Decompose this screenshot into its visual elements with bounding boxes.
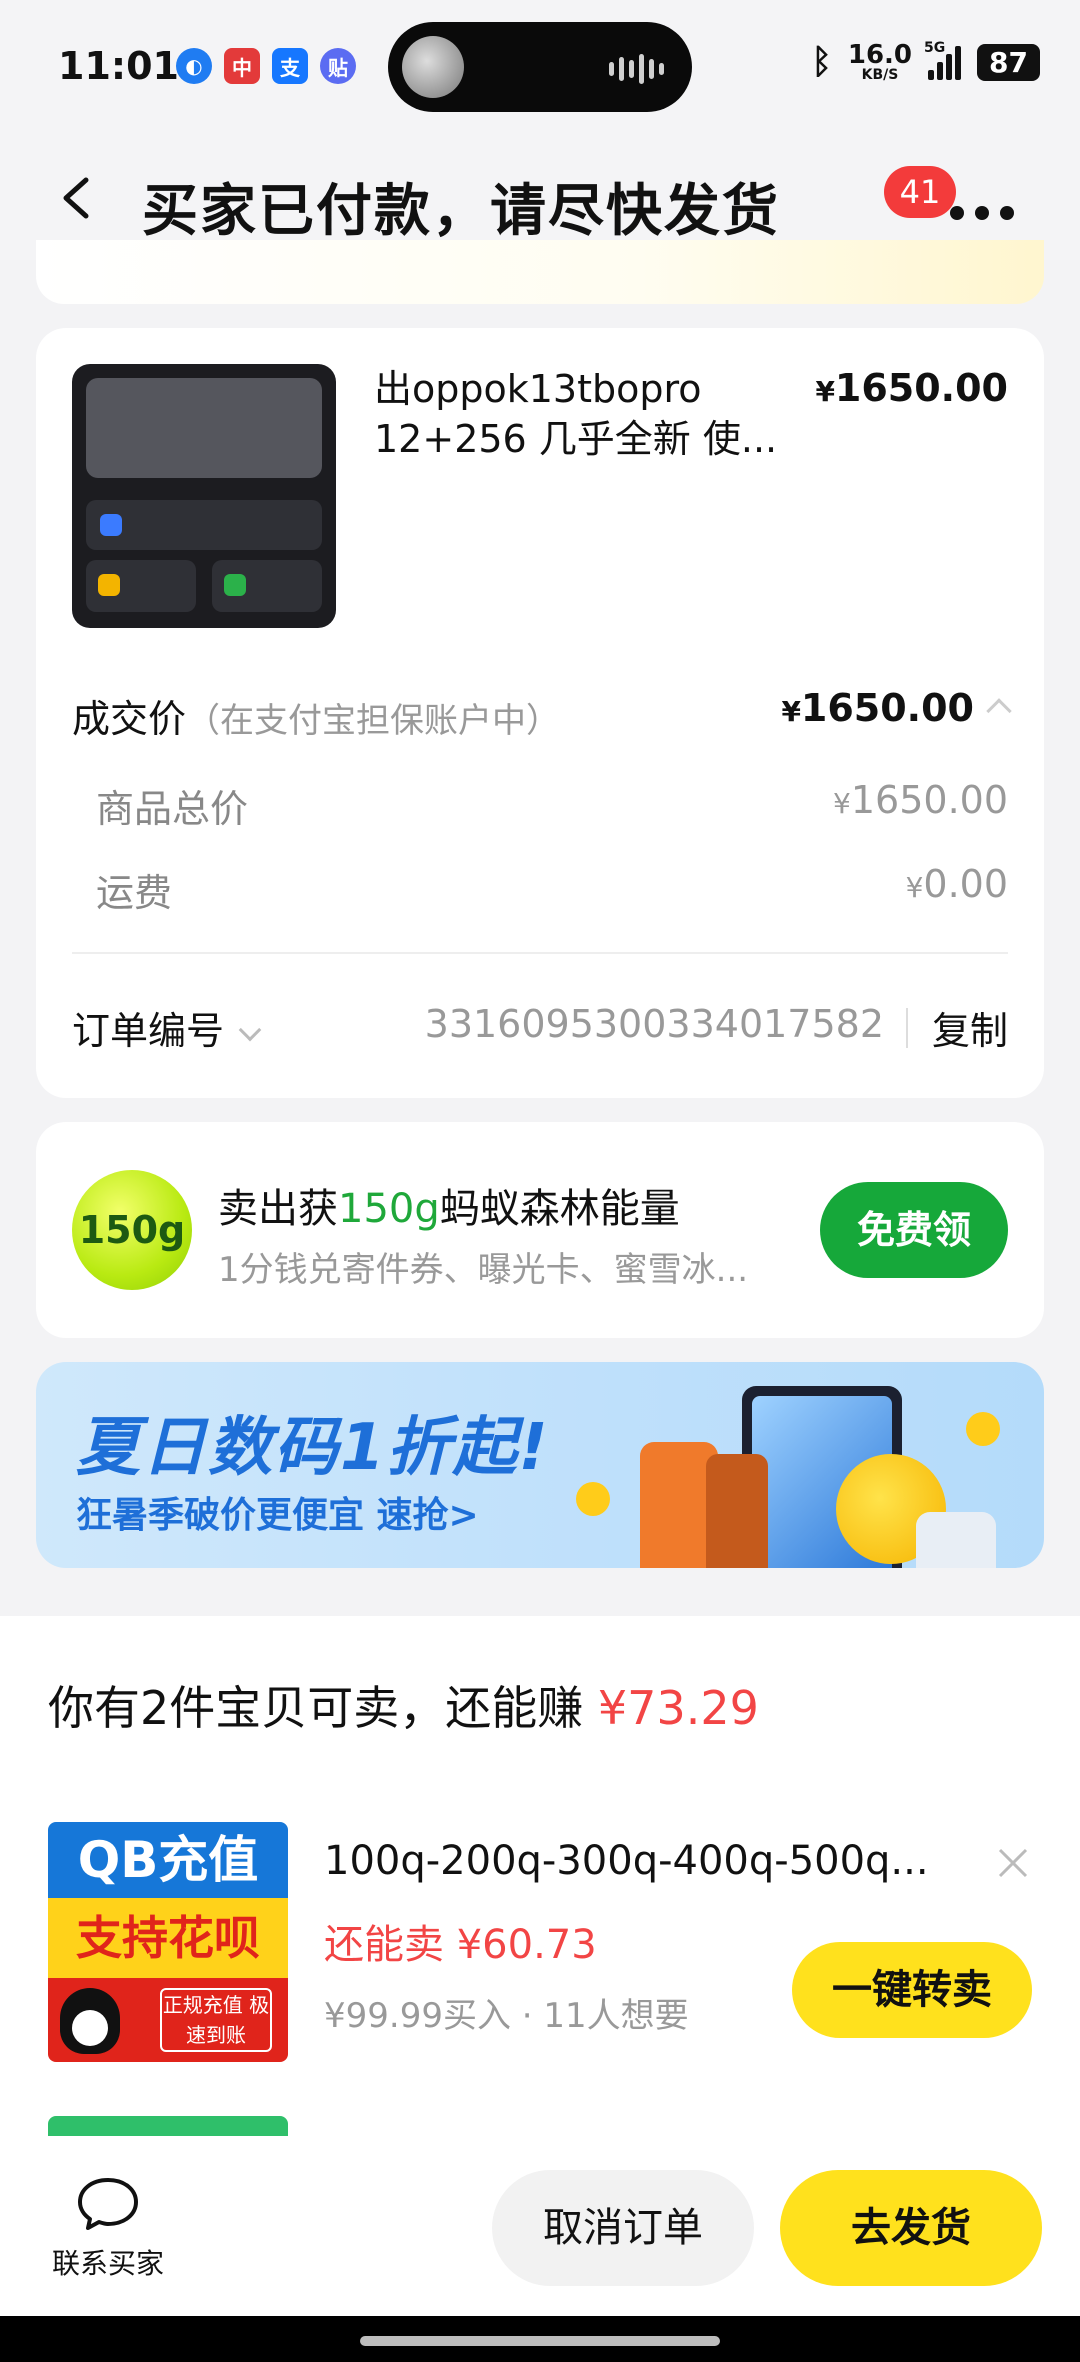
one-click-resell-button[interactable]: 一键转卖	[792, 1942, 1032, 2038]
net-speed: 16.0 KB/S	[848, 42, 912, 82]
chat-icon	[78, 2178, 138, 2230]
coin-icon	[966, 1412, 1000, 1446]
copy-button[interactable]: 复制	[932, 1000, 1008, 1055]
shipping-amount: 0.00	[923, 862, 1008, 906]
promo-banner[interactable]: 夏日数码1折起! 狂暑季破价更便宜 速抢>	[36, 1362, 1044, 1568]
audio-wave-icon	[609, 54, 664, 84]
item-meta: ¥99.99买入 · 11人想要	[324, 1996, 689, 2036]
home-indicator[interactable]	[360, 2336, 720, 2346]
energy-ball-icon: 150g	[72, 1170, 192, 1290]
chevron-down-icon	[238, 1018, 262, 1042]
product-price: ¥1650.00	[815, 366, 1008, 410]
resell-title: 你有2件宝贝可卖，还能赚 ¥73.29	[48, 1672, 759, 1738]
deal-price-value: 1650.00	[800, 686, 974, 730]
subtotal-label: 商品总价	[96, 787, 249, 831]
deal-note: （在支付宝担保账户中）	[186, 701, 561, 741]
resell-title-text: 你有2件宝贝可卖，还能赚	[48, 1681, 584, 1735]
subtotal-amount: 1650.00	[850, 778, 1008, 822]
resell-amount: ¥73.29	[597, 1681, 759, 1735]
dynamic-island[interactable]	[388, 22, 692, 112]
item-image-top-text: QB充值	[48, 1822, 288, 1898]
subtotal-value: ¥1650.00	[833, 778, 1008, 822]
status-bar: 11:01 ◐ 中 支 贴 ᛒ 16.0 KB/S 5G 87	[0, 0, 1080, 140]
banner-subtitle: 狂暑季破价更便宜 速抢>	[76, 1495, 479, 1536]
product-title[interactable]: 出oppok13tbopro 12+256 几乎全新 使...	[374, 364, 794, 464]
top-card-peek	[36, 240, 1044, 304]
cancel-order-button[interactable]: 取消订单	[492, 2170, 754, 2286]
app-icon-blue: ◐	[176, 48, 212, 84]
signal-icon: 5G	[924, 40, 962, 80]
notification-badge: 41	[884, 166, 956, 218]
system-nav-bar	[0, 2316, 1080, 2362]
camera-illustration	[916, 1512, 996, 1568]
energy-title: 卖出获150g蚂蚁森林能量	[218, 1176, 680, 1234]
net-speed-unit: KB/S	[861, 67, 899, 83]
item-image-mid-text: 支持花呗	[48, 1898, 288, 1978]
app-icon-red: 中	[224, 48, 260, 84]
chevron-up-icon	[986, 697, 1012, 724]
coin-icon	[576, 1482, 610, 1516]
order-number-toggle[interactable]: 订单编号	[72, 1000, 262, 1055]
banner-title: 夏日数码1折起!	[76, 1411, 550, 1485]
status-app-icons: ◐ 中 支 贴	[176, 48, 356, 84]
tieba-icon: 贴	[320, 48, 356, 84]
item-image-tag: 正规充值 极速到账	[160, 1988, 272, 2052]
currency-symbol: ¥	[833, 787, 851, 820]
contact-buyer-label: 联系买家	[51, 2247, 164, 2280]
next-item-peek	[48, 2116, 288, 2136]
net-speed-value: 16.0	[847, 40, 913, 70]
item-sell-price: 还能卖 ¥60.73	[324, 1912, 597, 1970]
alipay-icon: 支	[272, 48, 308, 84]
claim-free-button[interactable]: 免费领	[820, 1182, 1008, 1278]
back-arrow-icon[interactable]	[56, 176, 100, 220]
item-sell-value: ¥60.73	[456, 1922, 597, 1968]
penguin-icon	[60, 1988, 120, 2054]
page-title: 买家已付款，请尽快发货	[142, 179, 780, 244]
status-indicators: ᛒ 16.0 KB/S 5G 87	[811, 40, 1040, 82]
order-card: 出oppok13tbopro 12+256 几乎全新 使... ¥1650.00…	[36, 328, 1044, 1098]
ship-button[interactable]: 去发货	[780, 2170, 1042, 2286]
status-time: 11:01	[58, 44, 179, 88]
separator	[906, 1008, 908, 1048]
currency-symbol: ¥	[815, 375, 835, 408]
contact-buyer-button[interactable]: 联系买家	[46, 2176, 170, 2282]
item-title[interactable]: 100q-200q-300q-400q-500q...	[324, 1838, 944, 1884]
energy-subtitle: 1分钱兑寄件券、曝光卡、蜜雪冰...	[218, 1250, 749, 1290]
energy-amount: 150g	[338, 1186, 440, 1232]
phone-illustration	[706, 1454, 768, 1568]
product-thumbnail[interactable]	[72, 364, 336, 628]
bluetooth-icon: ᛒ	[811, 42, 832, 82]
deal-price[interactable]: ¥1650.00	[781, 686, 1012, 730]
network-type: 5G	[924, 40, 946, 56]
music-cover-icon	[402, 36, 464, 98]
order-number: 3316095300334017582	[424, 1002, 884, 1046]
shipping-value: ¥0.00	[906, 862, 1008, 906]
order-number-label: 订单编号	[72, 1009, 225, 1053]
resell-section: 你有2件宝贝可卖，还能赚 ¥73.29 QB充值 支持花呗 正规充值 极速到账 …	[0, 1616, 1080, 2136]
item-image[interactable]: QB充值 支持花呗 正规充值 极速到账	[48, 1822, 288, 2062]
close-icon[interactable]	[996, 1846, 1030, 1880]
product-price-value: 1650.00	[834, 366, 1008, 410]
energy-title-prefix: 卖出获	[218, 1186, 338, 1232]
energy-card: 150g 卖出获150g蚂蚁森林能量 1分钱兑寄件券、曝光卡、蜜雪冰... 免费…	[36, 1122, 1044, 1338]
currency-symbol: ¥	[781, 695, 801, 728]
currency-symbol: ¥	[905, 871, 924, 904]
shipping-label: 运费	[96, 871, 173, 915]
shipping-row: 运费 ¥0.00	[96, 862, 1008, 917]
item-sell-label: 还能卖	[324, 1922, 444, 1968]
energy-title-suffix: 蚂蚁森林能量	[439, 1186, 680, 1232]
divider	[72, 952, 1008, 954]
deal-label: 成交价	[72, 697, 187, 741]
more-menu-icon[interactable]: 41	[884, 166, 1014, 220]
subtotal-row: 商品总价 ¥1650.00	[96, 778, 1008, 833]
bottom-action-bar: 联系买家 取消订单 去发货	[0, 2136, 1080, 2316]
battery-icon: 87	[977, 43, 1040, 81]
